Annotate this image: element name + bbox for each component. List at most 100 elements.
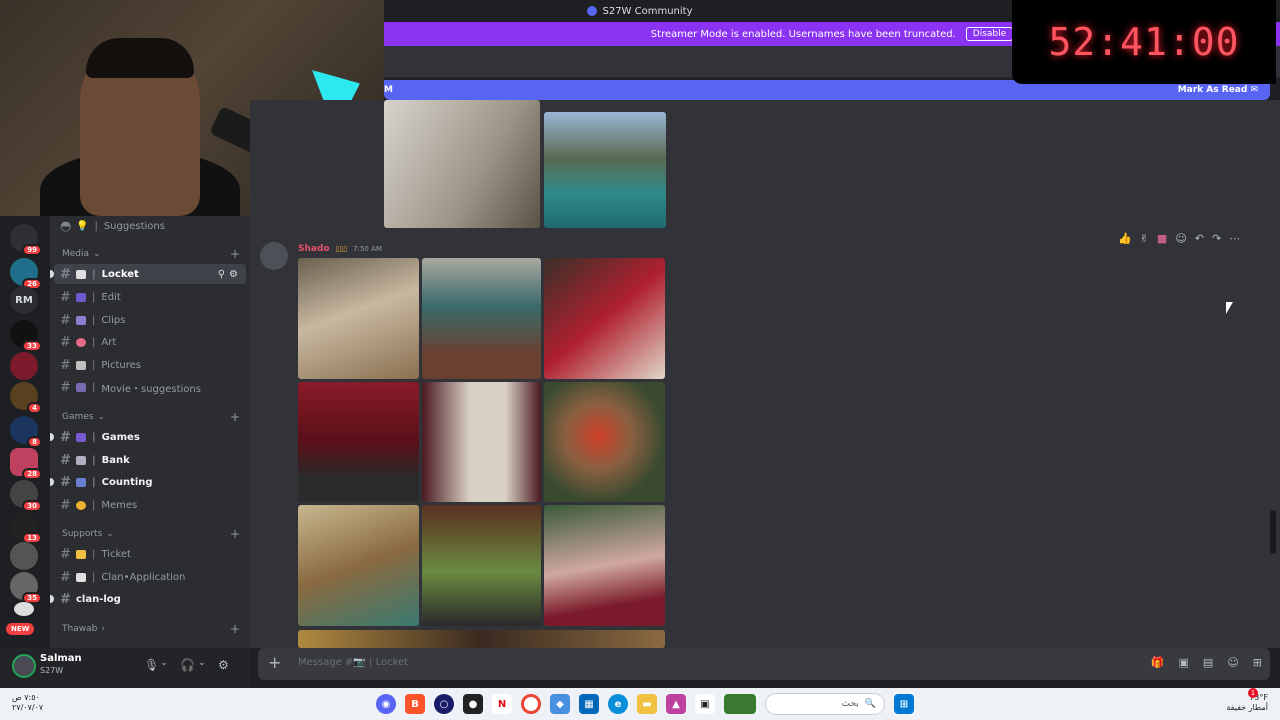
new-servers-pill[interactable]: NEW	[6, 623, 35, 635]
attachment-image[interactable]	[422, 258, 541, 379]
unread-indicator	[50, 595, 54, 603]
weather-widget[interactable]: 73°F أمطار خفيفة	[1226, 693, 1268, 713]
reaction-icon[interactable]: ✌	[1140, 232, 1149, 245]
attachment-image[interactable]	[298, 505, 419, 626]
brave-taskbar-icon[interactable]: B	[405, 694, 425, 714]
film-icon	[76, 292, 86, 302]
channel-ticket[interactable]: # | Ticket	[54, 544, 246, 564]
server-icon[interactable]	[10, 542, 38, 570]
category-supports[interactable]: Supports ⌄ +	[62, 527, 240, 541]
add-attachment-icon[interactable]: +	[268, 653, 281, 672]
channel-games[interactable]: # | Games	[50, 427, 246, 447]
attachment-image[interactable]	[422, 382, 541, 502]
attachment-image[interactable]	[384, 100, 540, 228]
server-icon[interactable]: RM	[10, 286, 38, 314]
message-input[interactable]: Message #📷 | Locket	[298, 657, 408, 668]
server-icon[interactable]: 30	[10, 480, 42, 512]
server-icon[interactable]: 26	[10, 258, 42, 290]
taskbar-search[interactable]: بحث 🔍	[765, 693, 885, 715]
scrollbar[interactable]	[1270, 510, 1276, 554]
channel-memes[interactable]: # | Memes	[54, 495, 246, 515]
channel-clips[interactable]: # | Clips	[54, 310, 246, 330]
github-taskbar-icon[interactable]: ●	[463, 694, 483, 714]
channel-counting[interactable]: # | Counting	[50, 472, 246, 492]
sticker-icon[interactable]: ▤	[1203, 656, 1213, 669]
attachment-image[interactable]	[422, 505, 541, 626]
more-icon[interactable]: ⋯	[1229, 232, 1240, 245]
apps-icon[interactable]: ⊞	[1253, 656, 1262, 669]
reply-icon[interactable]: ↶	[1195, 232, 1204, 245]
edge-taskbar-icon[interactable]: e	[608, 694, 628, 714]
thumbs-up-icon[interactable]: 👍	[1118, 232, 1132, 245]
category-media[interactable]: Media ⌄ +	[62, 247, 240, 261]
channel-bank[interactable]: # | Bank	[54, 450, 246, 470]
file-explorer-taskbar-icon[interactable]: ▬	[637, 694, 657, 714]
disable-streamer-mode-button[interactable]: Disable	[965, 27, 1014, 41]
category-games[interactable]: Games ⌄ +	[62, 410, 240, 424]
gear-icon[interactable]: ⚙	[218, 658, 229, 672]
forward-icon[interactable]: ↷	[1212, 232, 1221, 245]
obs-taskbar-icon[interactable]: ○	[434, 694, 454, 714]
channel-edit[interactable]: # | Edit	[54, 287, 246, 307]
server-icon[interactable]: 35	[10, 572, 42, 604]
chrome-taskbar-icon[interactable]	[521, 694, 541, 714]
server-icon[interactable]: 4	[10, 382, 42, 414]
netflix-taskbar-icon[interactable]: N	[492, 694, 512, 714]
attachment-image[interactable]	[298, 382, 419, 502]
channel-suggestions[interactable]: ◓ 💡 | Suggestions	[54, 216, 246, 236]
microphone-icon[interactable]: 🎙	[144, 658, 159, 672]
attachment-image[interactable]	[544, 112, 666, 228]
store-taskbar-icon[interactable]: ▦	[579, 694, 599, 714]
attachment-image[interactable]	[544, 382, 665, 502]
server-icon[interactable]	[14, 602, 34, 616]
server-icon[interactable]: 99	[10, 224, 42, 256]
server-icon[interactable]: 33	[10, 320, 42, 352]
channel-locket[interactable]: # | Locket ⚲ ⚙	[50, 264, 246, 284]
add-channel-icon[interactable]: +	[230, 527, 240, 541]
gear-icon[interactable]: ⚙	[229, 269, 238, 280]
add-channel-icon[interactable]: +	[230, 622, 240, 636]
gift-icon[interactable]: 🎁	[1151, 656, 1165, 669]
avatar[interactable]	[12, 654, 36, 678]
avatar[interactable]	[260, 242, 288, 270]
server-rail: 99 26 RM 33 4 8 28 30 13 35 NEW	[0, 216, 50, 648]
notification-badge[interactable]: 1	[1248, 688, 1258, 698]
channel-art[interactable]: # | Art	[54, 332, 246, 352]
system-clock[interactable]: ٧:٥٠ ص ٢٧/٠٧/٠٧	[12, 693, 43, 713]
chevron-down-icon[interactable]: ⌄	[160, 658, 168, 668]
add-channel-icon[interactable]: +	[230, 247, 240, 261]
discord-taskbar-icon[interactable]: ◉	[376, 694, 396, 714]
channel-pictures[interactable]: # | Pictures	[54, 355, 246, 375]
chat-area: Shado ▯▯▯ 7:50 AM 👍 ✌ ■ ☺ ↶ ↷ ⋯	[250, 100, 1280, 648]
attachment-image[interactable]	[298, 258, 419, 379]
widget-taskbar-icon[interactable]	[724, 694, 756, 714]
server-icon[interactable]: 8	[10, 416, 42, 448]
terminal-taskbar-icon[interactable]: ▣	[695, 694, 715, 714]
message-actions: 👍 ✌ ■ ☺ ↶ ↷ ⋯	[1118, 232, 1240, 245]
windows-start-icon[interactable]: ⊞	[894, 694, 914, 714]
emoji-icon[interactable]: ☺	[1227, 656, 1238, 669]
gif-icon[interactable]: ▣	[1179, 656, 1189, 669]
reaction-avatar-icon[interactable]: ■	[1157, 232, 1167, 245]
channel-movie-suggestions[interactable]: # | Movie・suggestions	[54, 377, 246, 397]
channel-clan-application[interactable]: # | Clan•Application	[54, 567, 246, 587]
category-thawab[interactable]: Thawab › +	[62, 622, 240, 636]
mark-as-read-button[interactable]: Mark As Read ✉	[1178, 85, 1258, 95]
attachment-image[interactable]	[544, 505, 665, 626]
message-author[interactable]: Shado	[298, 244, 330, 254]
add-reaction-icon[interactable]: ☺	[1175, 232, 1186, 245]
invite-icon[interactable]: ⚲	[218, 269, 225, 280]
add-channel-icon[interactable]: +	[230, 410, 240, 424]
attachment-image[interactable]	[298, 630, 665, 648]
chevron-down-icon[interactable]: ⌄	[198, 658, 206, 668]
headphones-icon[interactable]: 🎧	[180, 658, 195, 672]
app-taskbar-icon[interactable]: ▲	[666, 694, 686, 714]
channel-clan-log[interactable]: # clan-log	[50, 589, 246, 609]
server-icon[interactable]: 13	[10, 512, 42, 544]
server-icon[interactable]	[10, 352, 38, 380]
attachment-image[interactable]	[544, 258, 665, 379]
server-icon[interactable]: 28	[10, 448, 42, 480]
app-taskbar-icon[interactable]: ◆	[550, 694, 570, 714]
discord-app: S27W Community Streamer Mode is enabled.…	[0, 0, 1280, 720]
message-composer[interactable]: + Message #📷 | Locket 🎁 ▣ ▤ ☺ ⊞	[258, 648, 1270, 680]
